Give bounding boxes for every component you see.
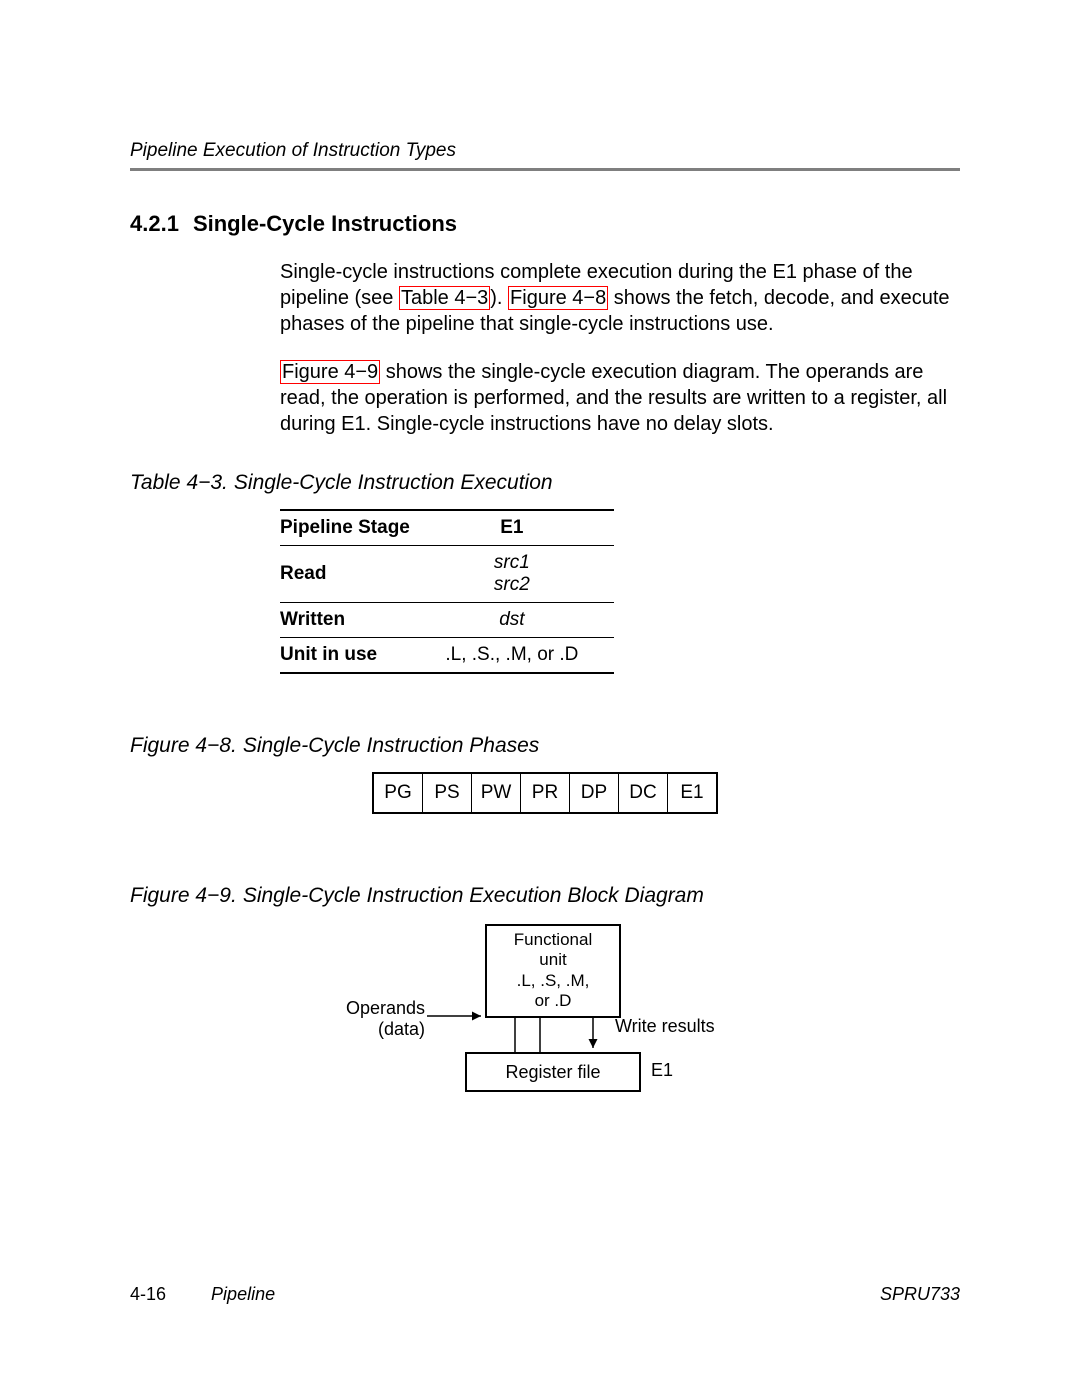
footer-page-number: 4-16 (130, 1284, 166, 1304)
register-file-box: Register file (465, 1052, 641, 1092)
th-pipeline-stage: Pipeline Stage (280, 510, 432, 546)
figure-4-8-caption-num: Figure 4−8. (130, 734, 237, 757)
phase-cell: DC (619, 774, 668, 812)
phase-cell: PS (423, 774, 472, 812)
page-footer: 4-16 Pipeline SPRU733 (130, 1284, 960, 1305)
figure-4-9-caption-num: Figure 4−9. (130, 884, 237, 907)
table-4-3: Pipeline Stage E1 Read src1 src2 Written… (280, 509, 614, 674)
section-number: 4.2.1 (130, 211, 179, 236)
link-figure-4-9[interactable]: Figure 4−9 (280, 360, 380, 384)
funit-l1: Functional (514, 930, 592, 949)
phase-cell: DP (570, 774, 619, 812)
funit-l4: or .D (535, 991, 572, 1010)
paragraph-2: Figure 4−9 shows the single-cycle execut… (280, 359, 960, 437)
phase-cell: PW (472, 774, 521, 812)
phase-cell: PG (374, 774, 423, 812)
row-written-value: dst (432, 603, 614, 638)
link-table-4-3[interactable]: Table 4−3 (399, 286, 490, 310)
figure-4-8-phases: PG PS PW PR DP DC E1 (130, 772, 960, 814)
row-read-src2: src2 (494, 574, 530, 595)
table-4-3-caption-text: Single-Cycle Instruction Execution (234, 471, 553, 494)
phases-row: PG PS PW PR DP DC E1 (372, 772, 718, 814)
p2-text-a: shows the single-cycle execution diagram… (280, 361, 947, 435)
running-head: Pipeline Execution of Instruction Types (130, 140, 960, 162)
row-read-values: src1 src2 (432, 546, 614, 603)
th-e1: E1 (432, 510, 614, 546)
row-read-src1: src1 (494, 552, 530, 573)
phase-cell: PR (521, 774, 570, 812)
p1-text-b: ). (490, 287, 508, 309)
footer-left: 4-16 Pipeline (130, 1284, 275, 1305)
figure-4-8-caption: Figure 4−8. Single-Cycle Instruction Phas… (130, 734, 960, 758)
funit-l2: unit (539, 950, 566, 969)
paragraph-1: Single-cycle instructions complete execu… (280, 259, 960, 337)
section-title: Single-Cycle Instructions (193, 211, 457, 236)
write-results-label: Write results (615, 1016, 715, 1037)
phase-cell: E1 (668, 774, 716, 812)
page: Pipeline Execution of Instruction Types … (0, 0, 1080, 1397)
e1-label: E1 (651, 1060, 673, 1081)
section-heading: 4.2.1 Single-Cycle Instructions (130, 211, 960, 237)
table-4-3-caption: Table 4−3. Single-Cycle Instruction Execu… (130, 471, 960, 495)
functional-unit-box: Functional unit .L, .S, .M, or .D (485, 924, 621, 1018)
operands-l1: Operands (346, 998, 425, 1018)
footer-doc-id: SPRU733 (880, 1284, 960, 1305)
figure-4-8-caption-text: Single-Cycle Instruction Phases (243, 734, 539, 757)
figure-4-9-diagram: Functional unit .L, .S, .M, or .D Regist… (315, 924, 775, 1124)
operands-l2: (data) (378, 1019, 425, 1039)
row-written-label: Written (280, 603, 432, 638)
operands-label: Operands (data) (325, 998, 425, 1039)
funit-l3: .L, .S, .M, (517, 971, 590, 990)
figure-4-9-caption-text: Single-Cycle Instruction Execution Block… (243, 884, 704, 907)
row-unit-value: .L, .S., .M, or .D (432, 638, 614, 674)
row-read-label: Read (280, 546, 432, 603)
footer-chapter: Pipeline (211, 1284, 275, 1304)
figure-4-9-caption: Figure 4−9. Single-Cycle Instruction Exec… (130, 884, 960, 908)
table-4-3-caption-num: Table 4−3. (130, 471, 228, 494)
link-figure-4-8[interactable]: Figure 4−8 (508, 286, 608, 310)
header-rule (130, 168, 960, 171)
row-unit-label: Unit in use (280, 638, 432, 674)
